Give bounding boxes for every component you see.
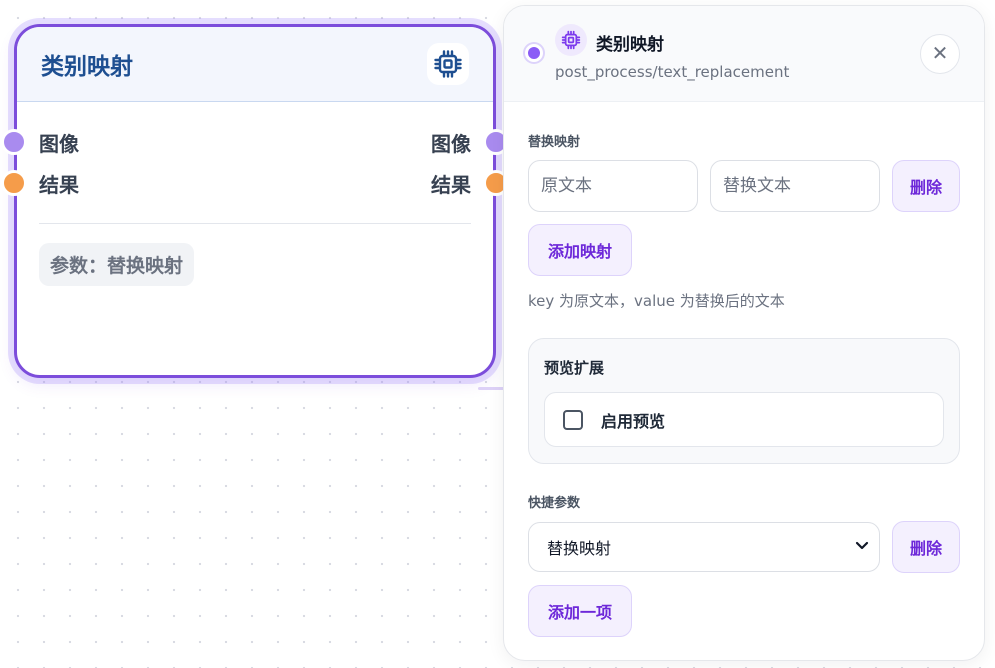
node-config-panel: 类别映射 post_process/text_replacement ✕ 替换映… [503, 5, 985, 661]
delete-quick-param-button[interactable]: 删除 [892, 521, 960, 573]
chip-icon [427, 43, 469, 85]
output-port-label: 结果 [431, 172, 471, 197]
enable-preview-option[interactable]: 启用预览 [544, 392, 944, 447]
input-port-label: 图像 [39, 131, 79, 156]
input-port-image[interactable] [1, 129, 27, 155]
output-port-label: 图像 [431, 131, 471, 156]
panel-title: 类别映射 [596, 35, 664, 55]
quick-param-selected: 替换映射 [547, 539, 612, 558]
input-port-label: 结果 [39, 172, 79, 197]
add-quick-param-button[interactable]: 添加一项 [528, 585, 632, 637]
input-port-result[interactable] [1, 170, 27, 196]
chevron-down-icon [853, 536, 871, 558]
quick-params-label: 快捷参数 [528, 496, 581, 511]
target-text-input[interactable] [710, 160, 880, 212]
source-text-input[interactable] [528, 160, 698, 212]
panel-subtitle: post_process/text_replacement [555, 63, 790, 81]
quick-param-select[interactable]: 替换映射 [528, 522, 880, 572]
enable-preview-checkbox[interactable] [563, 409, 583, 430]
node-card[interactable]: 类别映射 图像 图像 结果 结果 参数：替换映射 [1, 24, 509, 378]
chip-icon [555, 24, 587, 56]
port-row-result: 结果 结果 [1, 168, 509, 198]
preview-section-title: 预览扩展 [544, 359, 605, 377]
mapping-helper-text: key 为原文本，value 为替换后的文本 [528, 292, 785, 310]
param-badge: 参数：替换映射 [39, 243, 195, 286]
delete-mapping-button[interactable]: 删除 [892, 160, 960, 212]
close-button[interactable]: ✕ [920, 34, 960, 74]
node-divider [39, 223, 471, 224]
preview-section: 预览扩展 启用预览 [528, 338, 960, 464]
status-dot [525, 44, 543, 62]
mapping-section-label: 替换映射 [528, 135, 581, 150]
node-header[interactable]: 类别映射 [17, 27, 493, 102]
enable-preview-label: 启用预览 [601, 411, 666, 431]
node-title: 类别映射 [41, 54, 133, 80]
close-icon: ✕ [931, 43, 949, 65]
add-mapping-button[interactable]: 添加映射 [528, 224, 632, 276]
port-row-image: 图像 图像 [1, 127, 509, 157]
panel-header: 类别映射 post_process/text_replacement ✕ [504, 6, 984, 102]
